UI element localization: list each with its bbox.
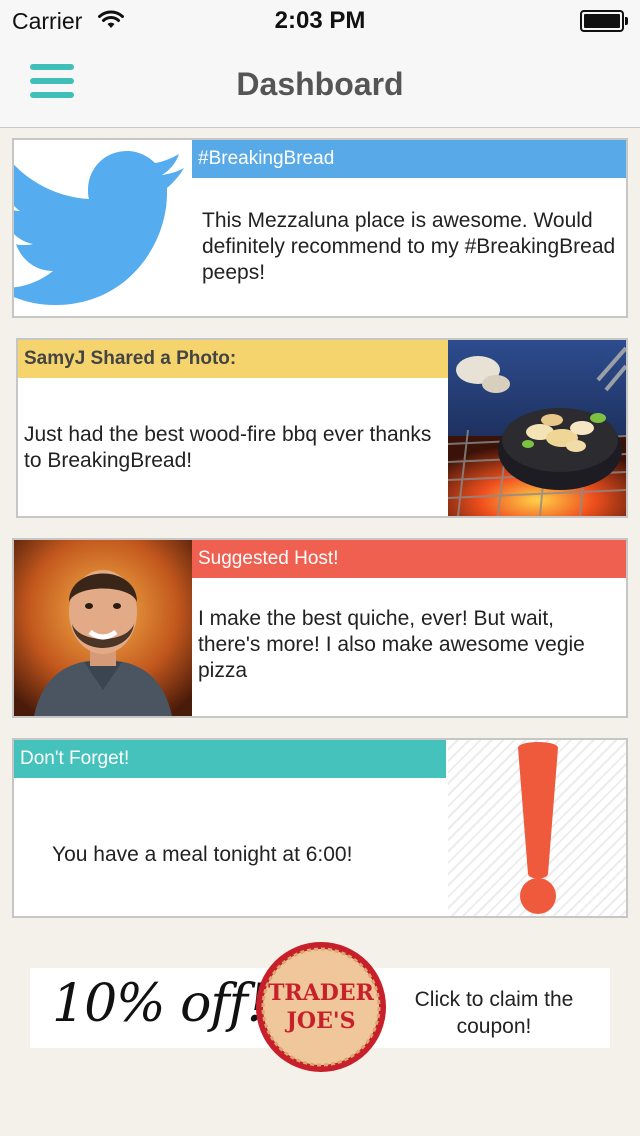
suggested-host-card[interactable]: Suggested Host! I make the best quiche, … <box>12 538 628 718</box>
card-body: Just had the best wood-fire bbq ever tha… <box>24 423 432 472</box>
card-header: #BreakingBread <box>192 140 626 178</box>
svg-text:JOE'S: JOE'S <box>285 1008 356 1034</box>
svg-text:TRADER: TRADER <box>268 980 375 1006</box>
exclamation-icon <box>448 740 626 916</box>
coupon-cta: Click to claim the coupon! <box>414 988 574 1038</box>
trader-joes-logo: TRADER JOE'S <box>256 942 386 1072</box>
reminder-card[interactable]: Don't Forget! You have a meal tonight at… <box>12 738 628 918</box>
battery-icon <box>580 10 628 32</box>
status-bar: Carrier 2:03 PM <box>0 0 640 40</box>
card-header: SamyJ Shared a Photo: <box>18 340 448 378</box>
bbq-photo[interactable] <box>448 340 626 516</box>
twitter-card[interactable]: #BreakingBread This Mezzaluna place is a… <box>0 138 628 318</box>
page-title: Dashboard <box>236 66 404 102</box>
coupon-banner[interactable]: 10% off! TRADER JOE'S Click to claim the… <box>30 942 610 1072</box>
card-header: Suggested Host! <box>192 540 626 578</box>
shared-photo-card[interactable]: SamyJ Shared a Photo: Just had the best … <box>16 338 628 518</box>
twitter-bird-icon <box>0 140 192 316</box>
coupon-offer: 10% off! <box>52 974 268 1034</box>
host-avatar[interactable] <box>14 540 192 716</box>
card-body: You have a meal tonight at 6:00! <box>52 843 353 866</box>
card-body: This Mezzaluna place is awesome. Would d… <box>202 209 616 284</box>
card-body: I make the best quiche, ever! But wait, … <box>198 607 585 682</box>
nav-bar: Dashboard <box>0 40 640 128</box>
card-header: Don't Forget! <box>14 740 446 778</box>
status-time: 2:03 PM <box>274 7 366 34</box>
